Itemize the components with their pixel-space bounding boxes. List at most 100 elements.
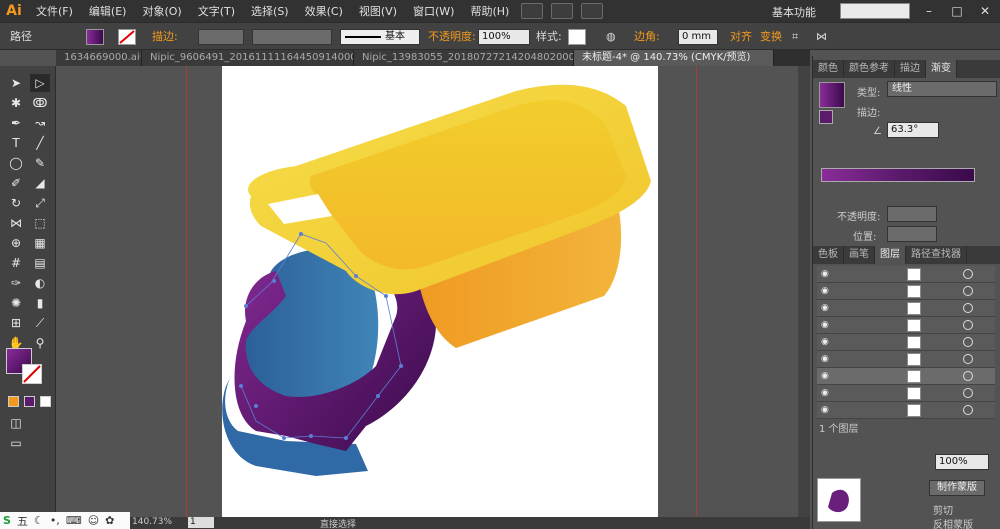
screen-mode-icon[interactable]: ▭ [6, 434, 26, 452]
variable-width-dropdown[interactable] [252, 29, 332, 45]
mesh-tool-icon[interactable]: # [6, 254, 26, 272]
free-transform-tool-icon[interactable]: ⬚ [30, 214, 50, 232]
layer-row[interactable]: ◉ [817, 283, 995, 300]
target-icon[interactable] [963, 303, 973, 313]
target-icon[interactable] [963, 405, 973, 415]
tab-color[interactable]: 颜色 [813, 60, 844, 78]
ellipse-tool-icon[interactable]: ◯ [6, 154, 26, 172]
none-mode-button[interactable] [40, 396, 51, 407]
perspective-grid-tool-icon[interactable]: ▦ [30, 234, 50, 252]
shape-builder-tool-icon[interactable]: ⊕ [6, 234, 26, 252]
layer-row[interactable]: ◉ [817, 300, 995, 317]
gradient-type-dropdown[interactable]: 线性 [887, 81, 997, 97]
tab-layers[interactable]: 图层 [875, 246, 906, 264]
target-icon[interactable] [963, 320, 973, 330]
selection-tool-icon[interactable]: ➤ [6, 74, 26, 92]
tab-document-2[interactable]: Nipic_9606491_20161111164450914000.ai* [142, 50, 354, 66]
direct-selection-tool-icon[interactable]: ▷ [30, 74, 50, 92]
isolate-icon[interactable]: ⌗ [792, 28, 798, 46]
workspace-switcher[interactable]: 基本功能 [772, 4, 816, 20]
visibility-eye-icon[interactable]: ◉ [821, 371, 831, 381]
vertical-scrollbar[interactable] [798, 66, 810, 517]
invert-mask-checkbox[interactable]: 反相蒙版 [933, 516, 973, 529]
visibility-eye-icon[interactable]: ◉ [821, 303, 831, 313]
user-icon[interactable]: ☺ [85, 514, 102, 527]
panel-menu-icon[interactable]: ⋈ [816, 28, 827, 46]
visibility-eye-icon[interactable]: ◉ [821, 354, 831, 364]
zoom-level[interactable]: 140.73% [132, 517, 172, 527]
menu-object[interactable]: 对象(O) [134, 3, 189, 19]
tab-document-1[interactable]: 1634669000.ai* [56, 50, 142, 66]
brush-definition-dropdown[interactable]: 基本 [340, 29, 420, 45]
search-input[interactable] [840, 3, 910, 19]
color-mode-button[interactable] [8, 396, 19, 407]
moon-icon[interactable]: ☾ [31, 514, 47, 527]
draw-mode-icon[interactable]: ◫ [6, 414, 26, 432]
keyboard-icon[interactable]: ⌨ [63, 514, 85, 527]
target-icon[interactable] [963, 269, 973, 279]
graphic-style-swatch[interactable] [568, 29, 586, 45]
tab-gradient[interactable]: 渐变 [926, 60, 957, 78]
layer-row[interactable]: ◉ [817, 351, 995, 368]
gradient-slider[interactable] [821, 168, 975, 182]
transform-link[interactable]: 变换 [760, 28, 782, 46]
layer-row[interactable]: ◉ [817, 266, 995, 283]
visibility-eye-icon[interactable]: ◉ [821, 388, 831, 398]
tab-stroke[interactable]: 描边 [895, 60, 926, 78]
menu-effect[interactable]: 效果(C) [297, 3, 351, 19]
menu-edit[interactable]: 编辑(E) [81, 3, 135, 19]
recolor-icon[interactable]: ◍ [606, 28, 616, 46]
tab-document-active[interactable]: 未标题-4* @ 140.73% (CMYK/预览) [574, 50, 774, 66]
visibility-eye-icon[interactable]: ◉ [821, 269, 831, 279]
restore-icon[interactable]: □ [946, 2, 968, 20]
lasso-tool-icon[interactable]: ↂ [30, 94, 50, 112]
visibility-eye-icon[interactable]: ◉ [821, 286, 831, 296]
canvas-area[interactable] [56, 66, 810, 517]
mask-thumbnail[interactable] [817, 478, 861, 522]
visibility-eye-icon[interactable]: ◉ [821, 320, 831, 330]
transparency-opacity-field[interactable]: 100% [935, 454, 989, 470]
stop-opacity-field[interactable] [887, 206, 937, 222]
punctuation-icon[interactable]: •, [47, 514, 63, 527]
layer-row[interactable]: ◉ [817, 402, 995, 419]
make-mask-button[interactable]: 制作蒙版 [929, 480, 985, 496]
gradient-preview[interactable] [819, 82, 845, 108]
gpu-performance-icon[interactable] [581, 3, 604, 19]
tab-pathfinder[interactable]: 路径查找器 [906, 246, 967, 264]
stroke-color-box[interactable] [22, 364, 42, 384]
visibility-eye-icon[interactable]: ◉ [821, 337, 831, 347]
fill-swatch[interactable] [86, 29, 104, 45]
tab-swatches[interactable]: 色板 [813, 246, 844, 264]
corner-radius-field[interactable]: 0 mm [678, 29, 718, 45]
menu-help[interactable]: 帮助(H) [462, 3, 517, 19]
menu-view[interactable]: 视图(V) [351, 3, 405, 19]
opacity-field[interactable]: 100% [478, 29, 530, 45]
eraser-tool-icon[interactable]: ◢ [30, 174, 50, 192]
gradient-fill-swatch[interactable] [819, 110, 833, 124]
pen-tool-icon[interactable]: ✒ [6, 114, 26, 132]
blend-tool-icon[interactable]: ◐ [30, 274, 50, 292]
tab-document-3[interactable]: Nipic_13983055_20180727214204802000.ai* [354, 50, 574, 66]
menu-file[interactable]: 文件(F) [28, 3, 81, 19]
scale-tool-icon[interactable]: ⤢ [30, 194, 50, 212]
stroke-swatch[interactable] [118, 29, 136, 45]
arrange-documents-icon[interactable] [551, 3, 574, 19]
clip-checkbox[interactable]: 剪切 [933, 502, 953, 517]
type-tool-icon[interactable]: T [6, 134, 26, 152]
stroke-label[interactable]: 描边: [152, 28, 178, 46]
settings-icon[interactable]: ✿ [102, 514, 117, 527]
menu-type[interactable]: 文字(T) [190, 3, 243, 19]
paintbrush-tool-icon[interactable]: ✎ [30, 154, 50, 172]
page-number-field[interactable]: 1 [188, 517, 214, 528]
target-icon[interactable] [963, 388, 973, 398]
artwork[interactable] [56, 66, 810, 517]
gradient-tool-icon[interactable]: ▤ [30, 254, 50, 272]
target-icon[interactable] [963, 337, 973, 347]
gradient-mode-button[interactable] [24, 396, 35, 407]
column-graph-tool-icon[interactable]: ▮ [30, 294, 50, 312]
menu-select[interactable]: 选择(S) [243, 3, 297, 19]
visibility-eye-icon[interactable]: ◉ [821, 405, 831, 415]
slice-tool-icon[interactable]: ⟋ [30, 314, 50, 332]
stroke-weight-dropdown[interactable] [198, 29, 244, 45]
layer-row[interactable]: ◉ [817, 317, 995, 334]
